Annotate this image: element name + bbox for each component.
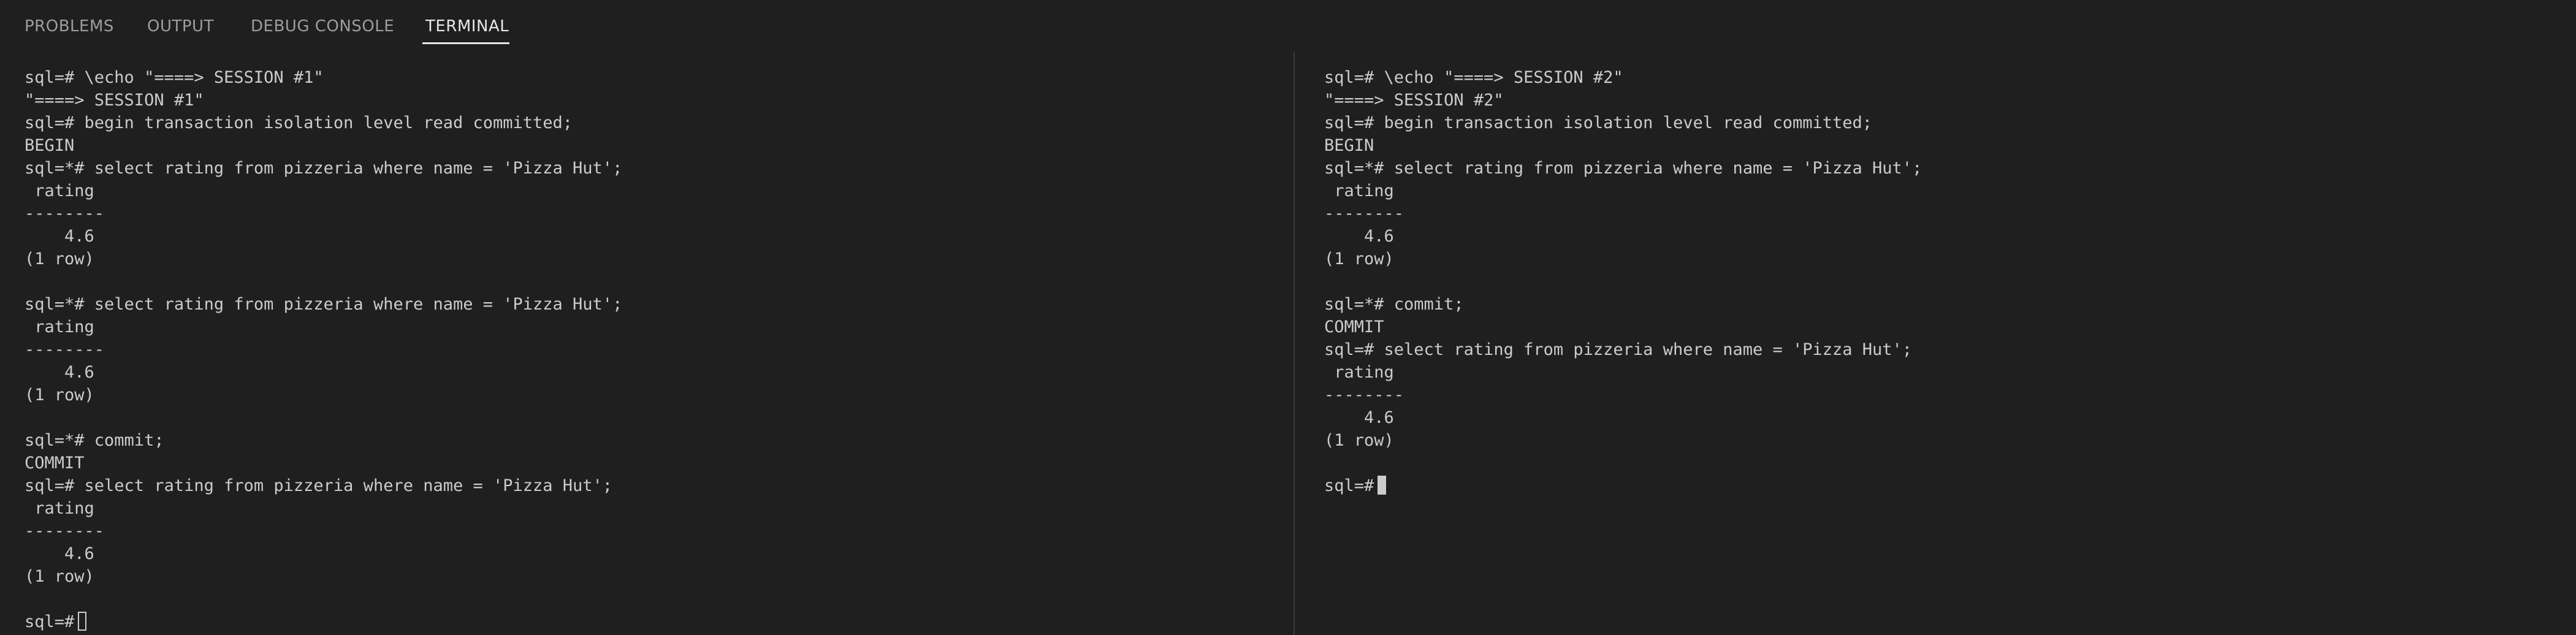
- terminal-line: 4.6: [1324, 408, 1394, 427]
- terminal-line: --------: [25, 204, 105, 223]
- terminal-line: rating: [25, 318, 94, 337]
- tab-output[interactable]: OUTPUT: [147, 15, 214, 38]
- terminal-line: (1 row): [25, 249, 94, 268]
- terminal-line: sql=*# commit;: [25, 431, 164, 450]
- terminal-line: COMMIT: [25, 454, 85, 473]
- terminal-line: 4.6: [1324, 227, 1394, 246]
- terminal-line: sql=*# select rating from pizzeria where…: [25, 159, 623, 178]
- terminal-line: rating: [25, 499, 94, 518]
- tab-problems[interactable]: PROBLEMS: [25, 15, 114, 38]
- terminal-prompt: sql=#: [1324, 476, 1374, 495]
- active-tab-indicator: [422, 42, 509, 44]
- terminal-prompt-line[interactable]: sql=#: [25, 610, 1287, 633]
- terminal-line: rating: [1324, 181, 1394, 200]
- terminal-line: "====> SESSION #2": [1324, 91, 1504, 110]
- terminal-line: sql=# begin transaction isolation level …: [25, 113, 573, 132]
- terminal-cursor: [1378, 476, 1387, 495]
- terminal-line: --------: [25, 522, 105, 541]
- terminal-line: (1 row): [25, 567, 94, 586]
- terminal-line: 4.6: [25, 363, 94, 382]
- split-divider[interactable]: [1294, 51, 1295, 635]
- terminal-line: sql=*# commit;: [1324, 295, 1464, 314]
- panel-tab-bar: PROBLEMS OUTPUT DEBUG CONSOLE TERMINAL: [0, 0, 2576, 49]
- terminal-cursor: [78, 612, 87, 631]
- terminal-prompt-line[interactable]: sql=#: [1324, 474, 2550, 497]
- terminal-line: BEGIN: [25, 136, 75, 155]
- tab-terminal[interactable]: TERMINAL: [425, 15, 509, 38]
- terminal-line: 4.6: [25, 544, 94, 563]
- terminal-line: --------: [25, 340, 105, 359]
- terminal-session-2[interactable]: sql=# \echo "====> SESSION #2" "====> SES…: [1324, 66, 2550, 497]
- terminal-line: sql=# begin transaction isolation level …: [1324, 113, 1873, 132]
- tab-debug-console[interactable]: DEBUG CONSOLE: [251, 15, 394, 38]
- terminal-line: "====> SESSION #1": [25, 91, 204, 110]
- terminal-line: --------: [1324, 204, 1404, 223]
- terminal-line: sql=# select rating from pizzeria where …: [25, 476, 613, 495]
- terminal-line: --------: [1324, 386, 1404, 405]
- terminal-output: sql=# \echo "====> SESSION #1" "====> SES…: [25, 66, 1287, 610]
- terminal-line: rating: [1324, 363, 1394, 382]
- terminal-line: sql=# select rating from pizzeria where …: [1324, 340, 1913, 359]
- terminal-line: sql=*# select rating from pizzeria where…: [1324, 159, 1922, 178]
- terminal-line: (1 row): [25, 386, 94, 405]
- terminal-line: (1 row): [1324, 431, 1394, 450]
- terminal-line: sql=# \echo "====> SESSION #2": [1324, 68, 1623, 87]
- terminal-output: sql=# \echo "====> SESSION #2" "====> SES…: [1324, 66, 2550, 474]
- terminal-prompt: sql=#: [25, 612, 75, 631]
- terminal-line: sql=# \echo "====> SESSION #1": [25, 68, 324, 87]
- terminal-line: BEGIN: [1324, 136, 1374, 155]
- terminal-line: COMMIT: [1324, 318, 1384, 337]
- terminal-line: sql=*# select rating from pizzeria where…: [25, 295, 623, 314]
- terminal-line: rating: [25, 181, 94, 200]
- terminal-line: (1 row): [1324, 249, 1394, 268]
- terminal-session-1[interactable]: sql=# \echo "====> SESSION #1" "====> SES…: [25, 66, 1287, 633]
- terminal-line: 4.6: [25, 227, 94, 246]
